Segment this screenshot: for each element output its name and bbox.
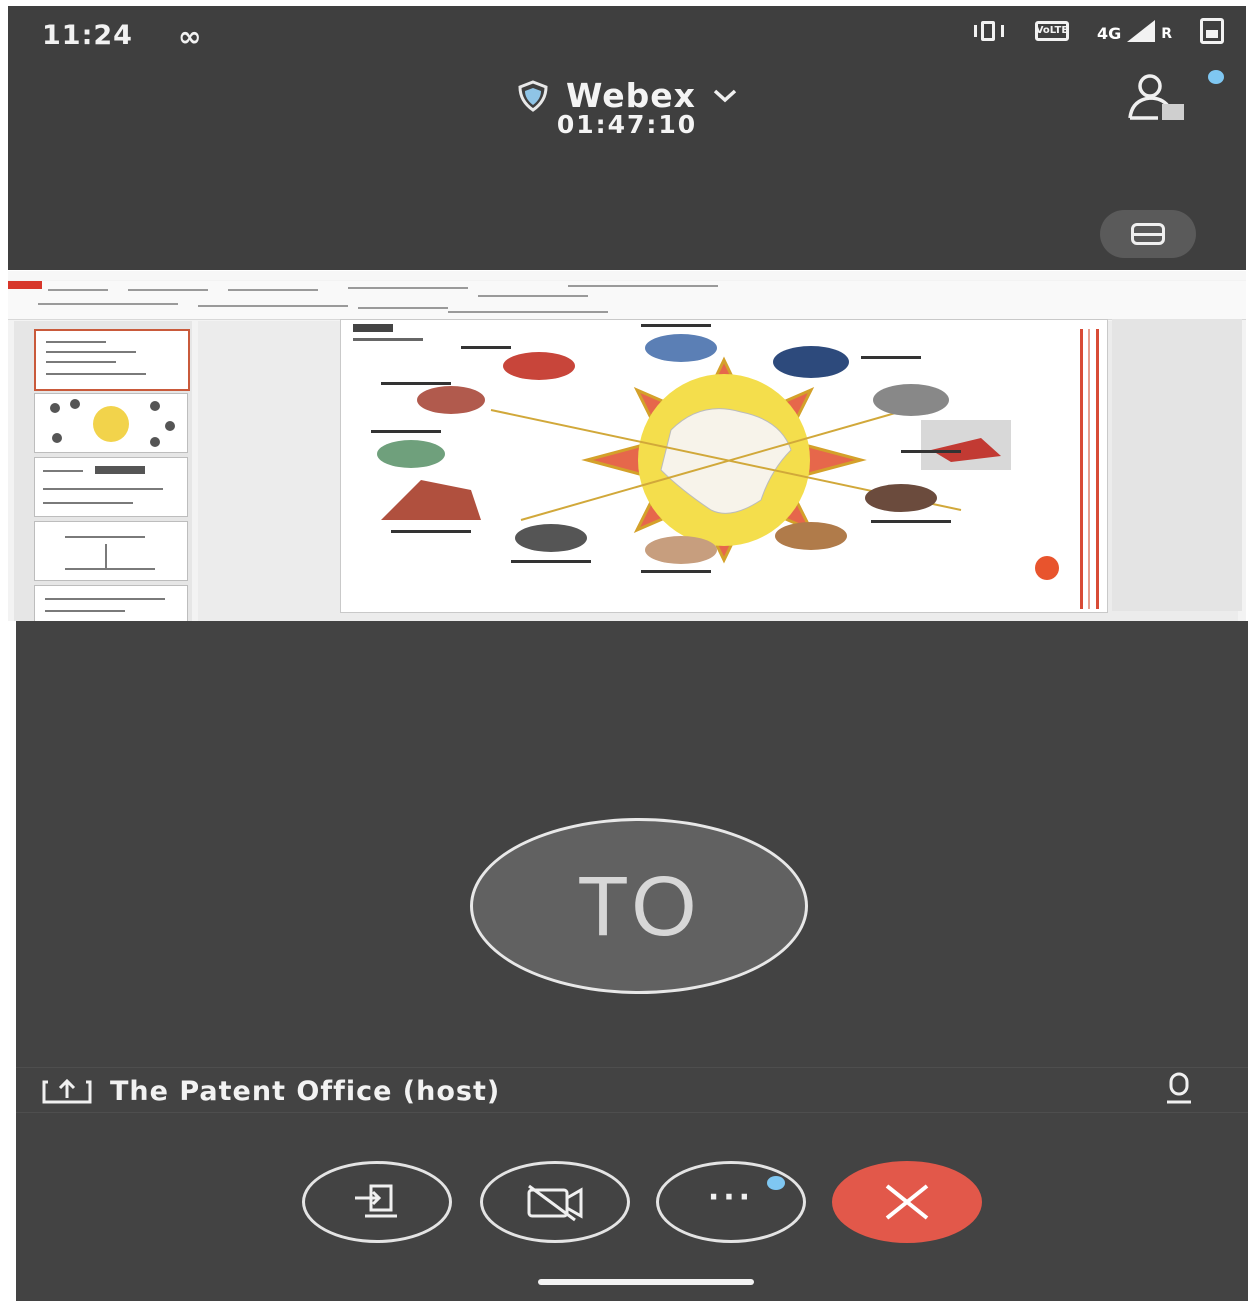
call-timer: 01:47:10 [556,110,698,139]
layout-button[interactable] [1100,210,1196,258]
meeting-header: 11:24 ∞ VoLTE 4G R Webex 01:47:10 [8,6,1246,270]
mic-icon [1167,1072,1191,1104]
volte-icon: VoLTE [1034,21,1069,41]
slide-thumbnail[interactable] [34,585,188,621]
signal-icon: 4G R [1097,20,1172,42]
current-slide [340,319,1108,613]
more-icon: ··· [707,1179,755,1215]
slide-thumbnail[interactable] [34,329,190,391]
battery-icon [1200,18,1224,44]
move-to-device-icon [355,1184,397,1218]
notification-dot [767,1176,785,1190]
network-type: 4G [1096,24,1122,43]
status-icons: VoLTE 4G R [971,18,1224,44]
avatar: TO [470,818,808,994]
status-time: 11:24 [42,20,133,51]
vibrate-icon [971,19,1007,43]
slide-thumbnail[interactable] [34,393,188,453]
call-controls: ··· [16,1161,1248,1245]
close-icon [885,1184,929,1220]
video-off-icon [527,1184,583,1222]
notification-dot [1208,70,1224,84]
more-button[interactable]: ··· [656,1161,806,1243]
participants-icon[interactable] [1122,68,1202,128]
shared-screen[interactable] [8,271,1246,621]
slide-thumbnail[interactable] [34,457,188,517]
ppt-ribbon [8,281,1246,320]
participant-name-bar: The Patent Office (host) [16,1067,1248,1113]
move-to-device-button[interactable] [302,1161,452,1243]
share-screen-icon [42,1078,92,1104]
participant-view: TO The Patent Office (host) ··· [16,621,1248,1301]
avatar-initials: TO [577,858,701,953]
infinity-icon: ∞ [178,20,202,53]
slide-thumbnail[interactable] [34,521,188,581]
slide-thumbnail-panel [14,321,192,621]
video-off-button[interactable] [480,1161,630,1243]
participant-name: The Patent Office (host) [110,1076,501,1107]
chevron-down-icon [713,89,737,102]
roaming-indicator: R [1161,26,1172,42]
home-indicator[interactable] [538,1279,754,1285]
shield-icon [518,79,548,112]
end-call-button[interactable] [832,1161,982,1243]
layout-icon [1131,223,1165,245]
